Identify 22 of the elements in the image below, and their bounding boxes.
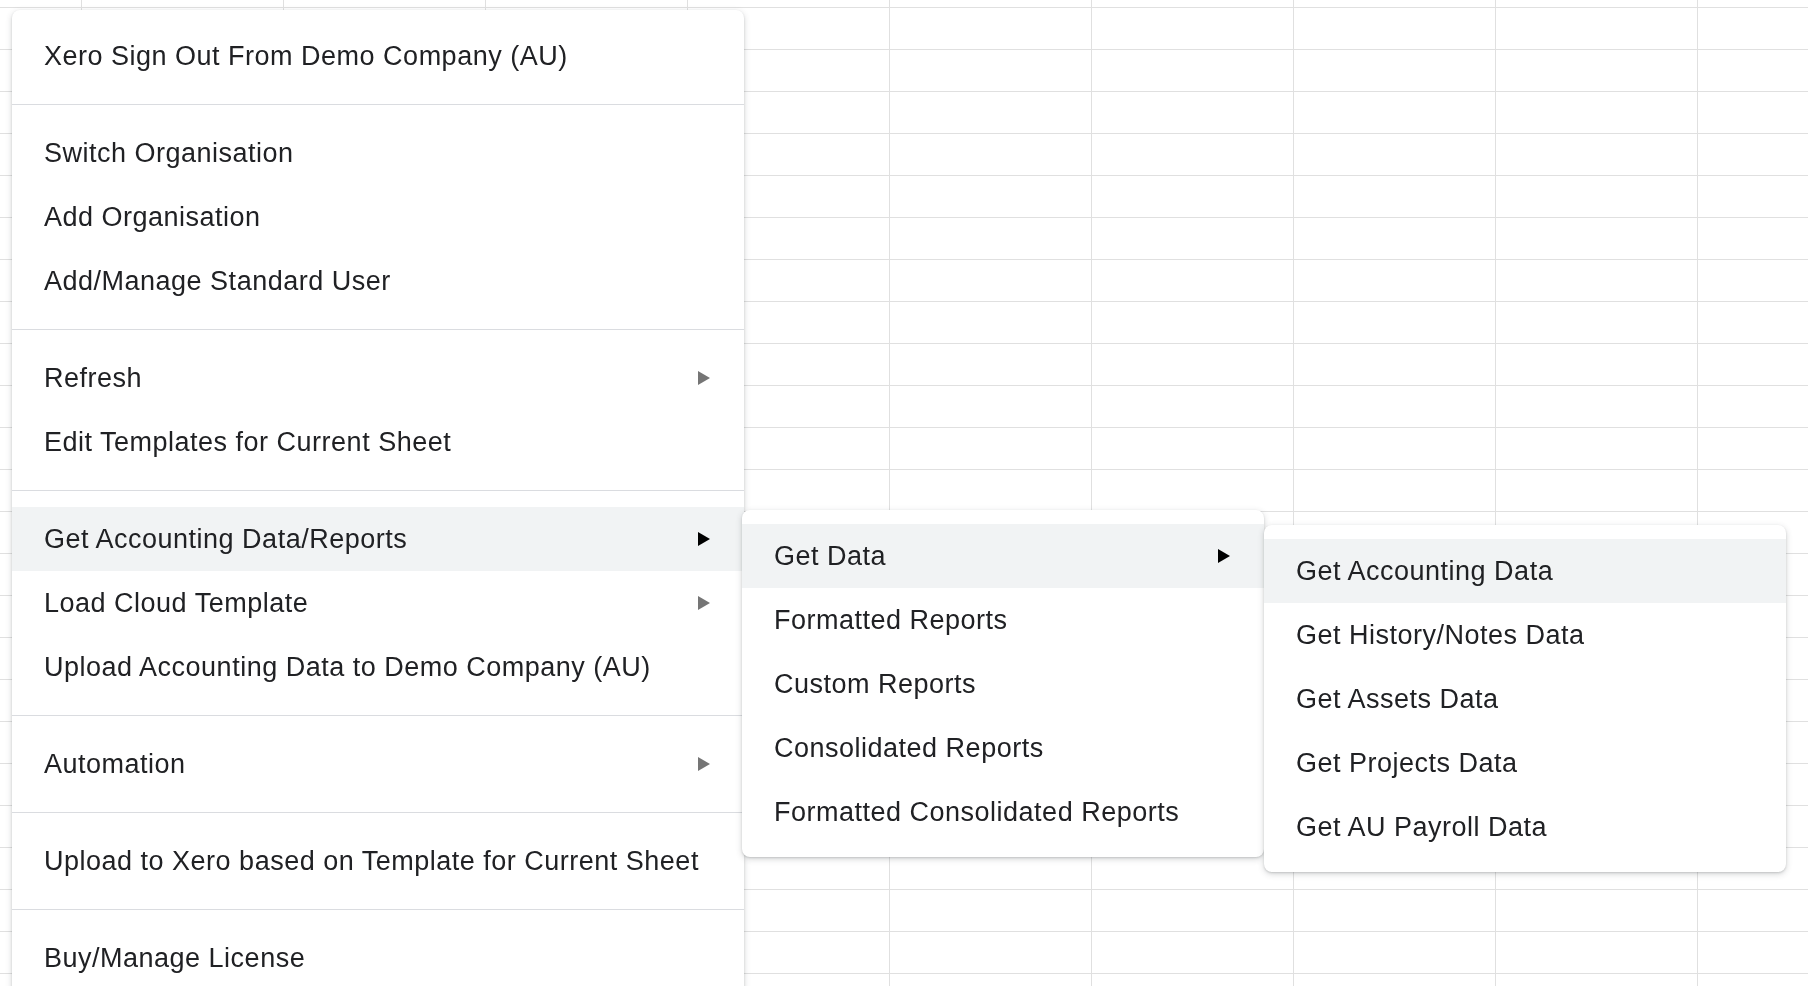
menu-item[interactable]: Add/Manage Standard User bbox=[12, 249, 744, 313]
menu-item[interactable]: Get History/Notes Data bbox=[1264, 603, 1786, 667]
menu-item[interactable]: Get AU Payroll Data bbox=[1264, 795, 1786, 859]
menu-item[interactable]: Xero Sign Out From Demo Company (AU) bbox=[12, 24, 744, 88]
menu-item[interactable]: Upload Accounting Data to Demo Company (AU) bbox=[12, 635, 744, 699]
menu-item[interactable]: Custom Reports bbox=[742, 652, 1264, 716]
menu-item[interactable]: Switch Organisation bbox=[12, 121, 744, 185]
menu-item[interactable]: Get Projects Data bbox=[1264, 731, 1786, 795]
menu-item[interactable]: Upload to Xero based on Template for Current Sheet bbox=[12, 829, 744, 893]
menu-item[interactable]: Formatted Reports bbox=[742, 588, 1264, 652]
menu-item[interactable]: Refresh bbox=[12, 346, 744, 410]
menu-item[interactable]: Formatted Consolidated Reports bbox=[742, 780, 1264, 844]
menu-item[interactable]: Get Data bbox=[742, 524, 1264, 588]
menu-item[interactable]: Edit Templates for Current Sheet bbox=[12, 410, 744, 474]
menu-item[interactable]: Load Cloud Template bbox=[12, 571, 744, 635]
menu-item[interactable]: Buy/Manage License bbox=[12, 926, 744, 986]
menu-item[interactable]: Get Accounting Data/Reports bbox=[12, 507, 744, 571]
menu-item[interactable]: Get Assets Data bbox=[1264, 667, 1786, 731]
menu-item[interactable]: Add Organisation bbox=[12, 185, 744, 249]
menu-item[interactable]: Get Accounting Data bbox=[1264, 539, 1786, 603]
menu-item[interactable]: Automation bbox=[12, 732, 744, 796]
menu-item[interactable]: Consolidated Reports bbox=[742, 716, 1264, 780]
